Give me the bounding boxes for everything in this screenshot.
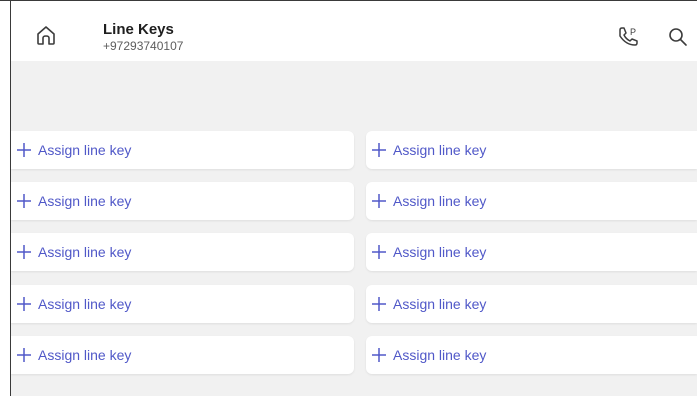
assign-line-key-button[interactable]: Assign line key — [11, 182, 354, 220]
assign-line-key-button[interactable]: Assign line key — [11, 285, 354, 323]
call-park-icon: P — [619, 27, 638, 46]
search-button[interactable] — [667, 26, 689, 48]
search-icon — [669, 28, 687, 46]
svg-text:P: P — [630, 27, 636, 37]
header-title-block: Line Keys +97293740107 — [103, 21, 183, 53]
home-icon — [37, 26, 55, 45]
assign-line-key-button[interactable]: Assign line key — [366, 131, 697, 169]
assign-line-key-label: Assign line key — [38, 193, 132, 209]
assign-line-key-label: Assign line key — [38, 296, 132, 312]
plus-icon — [17, 348, 31, 362]
app-header: Line Keys +97293740107 P — [11, 1, 697, 61]
plus-icon — [17, 245, 31, 259]
assign-line-key-label: Assign line key — [393, 193, 487, 209]
phone-number: +97293740107 — [103, 39, 184, 53]
assign-line-key-label: Assign line key — [393, 142, 487, 158]
plus-icon — [372, 194, 386, 208]
assign-line-key-button[interactable]: Assign line key — [366, 285, 697, 323]
assign-line-key-button[interactable]: Assign line key — [366, 233, 697, 271]
plus-icon — [17, 143, 31, 157]
assign-line-key-button[interactable]: Assign line key — [366, 336, 697, 374]
assign-line-key-label: Assign line key — [38, 244, 132, 260]
assign-line-key-button[interactable]: Assign line key — [11, 131, 354, 169]
assign-line-key-label: Assign line key — [38, 347, 132, 363]
plus-icon — [372, 348, 386, 362]
plus-icon — [17, 194, 31, 208]
window-left-border — [10, 0, 11, 396]
page-title: Line Keys — [103, 21, 174, 38]
assign-line-key-label: Assign line key — [393, 296, 487, 312]
assign-line-key-label: Assign line key — [393, 347, 487, 363]
plus-icon — [372, 245, 386, 259]
plus-icon — [372, 297, 386, 311]
plus-icon — [17, 297, 31, 311]
home-button[interactable] — [33, 22, 59, 48]
assign-line-key-button[interactable]: Assign line key — [366, 182, 697, 220]
assign-line-key-label: Assign line key — [38, 142, 132, 158]
call-park-button[interactable]: P — [616, 25, 640, 49]
assign-line-key-button[interactable]: Assign line key — [11, 336, 354, 374]
assign-line-key-button[interactable]: Assign line key — [11, 233, 354, 271]
plus-icon — [372, 143, 386, 157]
line-keys-panel: Assign line key Assign line key Assign l… — [11, 61, 697, 396]
assign-line-key-label: Assign line key — [393, 244, 487, 260]
